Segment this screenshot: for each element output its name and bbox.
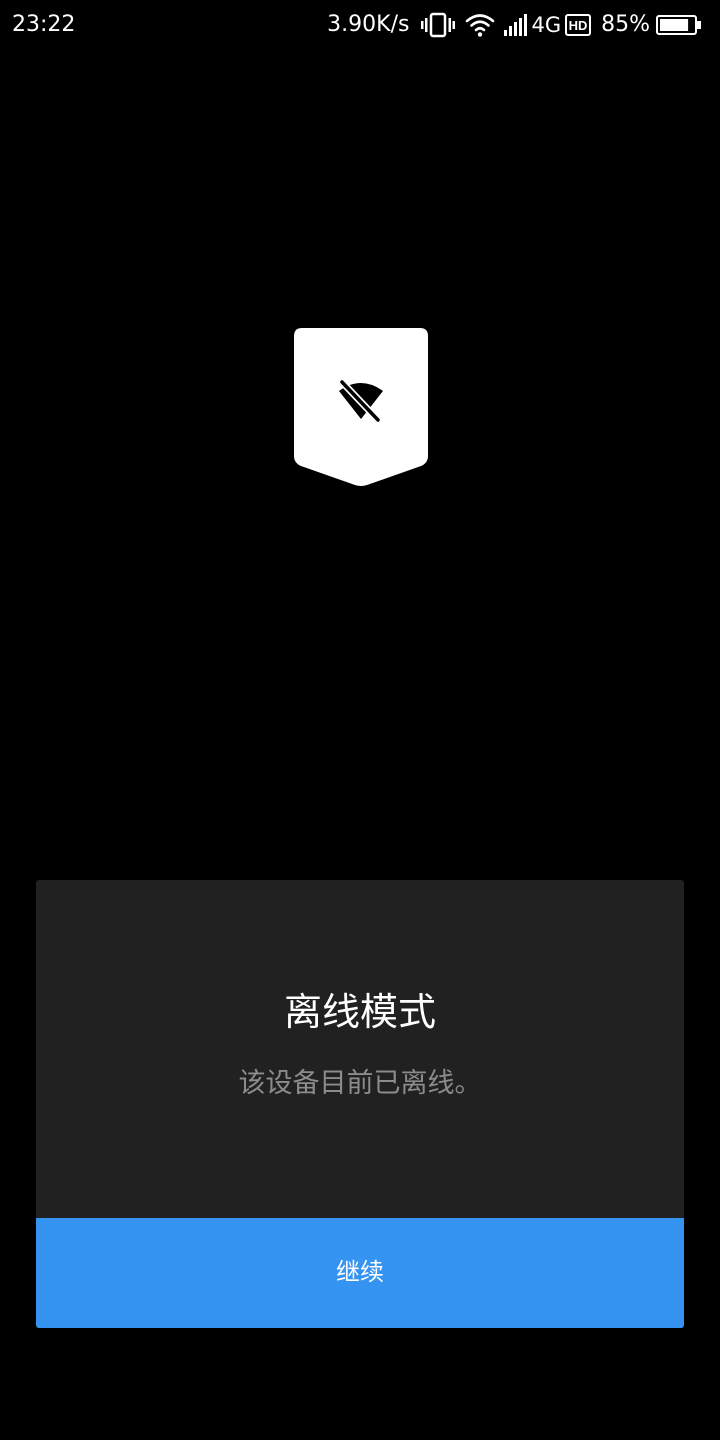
network-speed: 3.90K/s [327,12,410,37]
dialog-title: 离线模式 [283,990,436,1034]
offline-shield-badge [294,328,428,488]
status-time: 23:22 [12,12,76,37]
network-type: 4G [531,13,562,37]
status-bar: 23:22 3.90K/s 4G HD 85% [0,0,720,50]
signal-icon [503,12,529,38]
status-indicators: 3.90K/s 4G HD 85% [327,10,702,40]
dialog-message: 该设备目前已离线。 [238,1068,482,1099]
battery-fill [660,19,689,31]
hd-badge-text: HD [569,18,588,33]
vibrate-icon [421,11,456,39]
hd-icon: HD [565,14,592,36]
battery-percent: 85% [601,12,650,37]
battery-icon [656,14,702,36]
offline-dialog: 离线模式 该设备目前已离线。 继续 [36,880,684,1328]
continue-button-label: 继续 [336,1259,384,1286]
wifi-icon [465,12,495,38]
continue-button[interactable]: 继续 [36,1218,684,1328]
